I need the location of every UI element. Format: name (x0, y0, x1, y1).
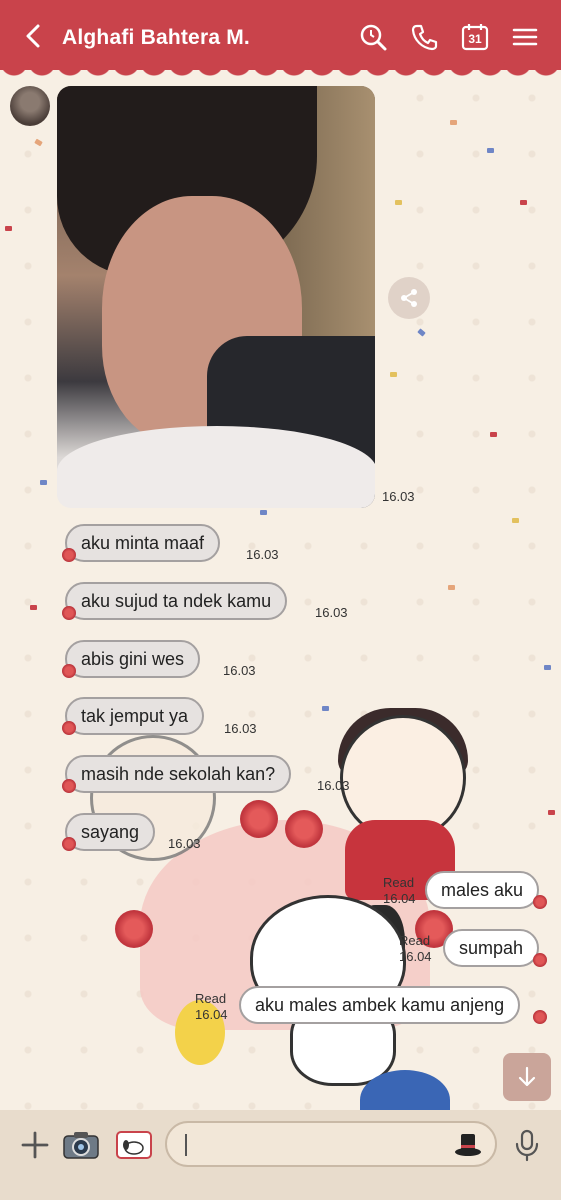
read-status: Read (399, 933, 431, 948)
header-scallop-edge (0, 62, 561, 78)
read-receipt: Read 16.04 (195, 991, 228, 1023)
call-button[interactable] (410, 22, 440, 52)
confetti-decoration (490, 432, 497, 437)
search-button[interactable] (358, 22, 388, 52)
confetti-decoration (395, 200, 402, 205)
share-button[interactable] (388, 277, 430, 319)
mic-icon (515, 1129, 539, 1162)
confetti-decoration (512, 518, 519, 523)
message-time: 16.04 (195, 1007, 228, 1022)
confetti-decoration (390, 372, 397, 377)
message-time: 16.03 (315, 605, 348, 620)
rose-decoration (115, 910, 153, 948)
message-input[interactable] (165, 1121, 497, 1167)
message-time: 16.03 (382, 489, 415, 504)
message-bubble-incoming[interactable]: abis gini wes (65, 640, 201, 678)
rose-decoration-icon (62, 837, 76, 851)
message-bubble-incoming[interactable]: masih nde sekolah kan? (65, 755, 292, 793)
rose-decoration-icon (62, 779, 76, 793)
rose-decoration-icon (62, 606, 76, 620)
confetti-decoration (544, 665, 551, 670)
rose-decoration-icon (533, 953, 547, 967)
read-status: Read (383, 875, 415, 890)
menu-icon (512, 28, 538, 46)
chevron-left-icon (26, 24, 40, 48)
scroll-to-bottom-button[interactable] (503, 1053, 551, 1101)
confetti-decoration (520, 200, 527, 205)
message-time: 16.04 (399, 949, 432, 964)
confetti-decoration (5, 226, 12, 231)
message-bubble-outgoing[interactable]: aku males ambek kamu anjeng (239, 986, 521, 1024)
camera-icon (63, 1132, 99, 1159)
back-button[interactable] (20, 22, 48, 50)
confetti-decoration (40, 480, 47, 485)
add-attachment-button[interactable] (18, 1128, 52, 1162)
search-icon (360, 24, 387, 51)
read-receipt: Read 16.04 (383, 875, 416, 907)
confetti-decoration (30, 605, 37, 610)
message-time: 16.03 (168, 836, 201, 851)
confetti-decoration (260, 510, 267, 515)
sticker-button[interactable] (453, 1131, 483, 1159)
rose-decoration-icon (62, 548, 76, 562)
rose-decoration-icon (62, 664, 76, 678)
rose-decoration-icon (62, 721, 76, 735)
read-receipt: Read 16.04 (399, 933, 432, 965)
message-time: 16.03 (224, 721, 257, 736)
message-bubble-incoming[interactable]: aku minta maaf (65, 524, 221, 562)
rose-decoration-icon (533, 895, 547, 909)
message-bubble-outgoing[interactable]: sumpah (443, 929, 540, 967)
message-time: 16.03 (246, 547, 279, 562)
plus-icon (21, 1131, 49, 1159)
message-time: 16.03 (317, 778, 350, 793)
camera-button[interactable] (62, 1128, 100, 1162)
message-bubble-incoming[interactable]: sayang (65, 813, 156, 851)
arrow-down-icon (518, 1066, 536, 1087)
share-icon (401, 289, 417, 307)
message-bubble-outgoing[interactable]: males aku (425, 871, 540, 909)
phone-icon (411, 24, 438, 51)
rose-decoration (240, 800, 278, 838)
read-status: Read (195, 991, 227, 1006)
gallery-button[interactable] (114, 1128, 154, 1162)
message-bubble-incoming[interactable]: aku sujud ta ndek kamu (65, 582, 288, 620)
confetti-decoration (448, 585, 455, 590)
calendar-button[interactable]: 31 (460, 22, 490, 52)
confetti-decoration (487, 148, 494, 153)
text-caret (185, 1134, 187, 1156)
message-time: 16.03 (223, 663, 256, 678)
rose-decoration-icon (533, 1010, 547, 1024)
contact-avatar[interactable] (10, 86, 50, 126)
rose-decoration (285, 810, 323, 848)
voice-message-button[interactable] (510, 1128, 544, 1162)
photo-message[interactable] (57, 86, 375, 508)
chat-title[interactable]: Alghafi Bahtera M. (62, 26, 250, 50)
calendar-day-label: 31 (468, 32, 482, 46)
confetti-decoration (450, 120, 457, 125)
message-time: 16.04 (383, 891, 416, 906)
image-icon (116, 1131, 152, 1159)
menu-button[interactable] (510, 22, 540, 52)
message-bubble-incoming[interactable]: tak jemput ya (65, 697, 205, 735)
hat-sticker-icon (455, 1134, 481, 1156)
